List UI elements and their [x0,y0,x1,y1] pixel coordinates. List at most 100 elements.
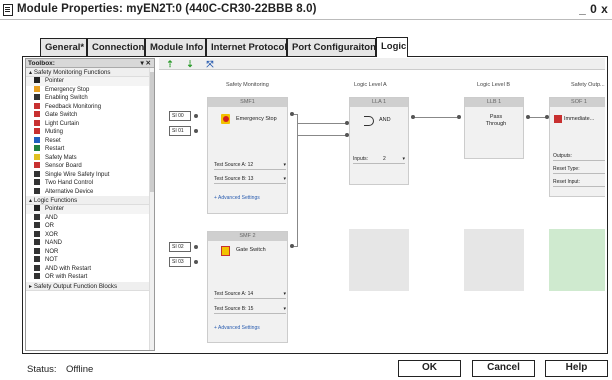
toolbox-item-label: Pointer [45,206,65,212]
lla1-inputs[interactable]: Inputs: 2 ▾ [353,155,405,164]
toolbox-item[interactable]: NOR [26,247,154,257]
smf2-test-source-a[interactable]: Test Source A: 14 ▾ [214,290,286,299]
toolbox-item[interactable]: Light Curtain [26,119,154,129]
toolbox-item[interactable]: AND with Restart [26,264,154,274]
toolbox-item[interactable]: XOR [26,230,154,240]
tab-logic[interactable]: Logic [376,37,408,57]
status-value: Offline [66,364,94,375]
smf2-advanced-settings-link[interactable]: + Advanced Settings [214,325,260,331]
alternative-device-icon [34,187,40,194]
sensor-board-icon [34,162,40,168]
move-down-icon: ⇣ [186,59,194,69]
llb1-header: LLB 1 [465,98,523,107]
smf2-name: Gate Switch [236,247,266,253]
wire [413,117,457,118]
empty-logic-a-slot[interactable] [349,229,409,291]
title-bar: Module Properties: myEN2T:0 (440C-CR30-2… [0,0,612,20]
cancel-button[interactable]: Cancel [472,360,535,377]
lla1-block[interactable]: LLA 1 AND Inputs: 2 ▾ [349,97,409,185]
toolbox-item-label: OR [45,223,54,229]
toolbox-item[interactable]: Alternative Device [26,187,154,197]
toolbox-scrollbar[interactable] [149,68,154,350]
connector-dot[interactable] [194,245,198,249]
xor-gate-icon [34,230,40,237]
logic-canvas[interactable]: Safety Monitoring Logic Level A Logic Le… [159,71,605,343]
connector-dot[interactable] [457,115,461,119]
column-label-logic-level-b: Logic Level B [477,82,511,88]
sof1-reset-type[interactable]: Reset Type: [553,165,605,174]
connector-dot[interactable] [526,115,530,119]
sof1-reset-input[interactable]: Reset Input: [553,178,605,187]
toolbox-item[interactable]: Muting [26,128,154,137]
toolbox-item[interactable]: Feedback Monitoring [26,102,154,112]
toolbox-item-label: NOR [45,248,59,255]
toolbox-item-label: Gate Switch [45,112,78,118]
smf1-advanced-settings-link[interactable]: + Advanced Settings [214,195,260,201]
toolbox-item[interactable]: NOT [26,256,154,265]
smf2-block[interactable]: SMF 2 Gate Switch Test Source A: 14 ▾ Tes… [207,231,288,343]
sof1-name: Immediate... [564,116,595,122]
sof1-outputs[interactable]: Outputs: [553,152,605,161]
toolbox-item-label: Reset [45,137,61,144]
connector-dot[interactable] [194,129,198,133]
input-tag-si02[interactable]: SI 02 [169,242,191,252]
smf1-test-source-b-value: Test Source B: 13 [214,176,254,182]
toolbox-scroll-thumb[interactable] [150,72,154,192]
toolbox-item-label: Enabling Switch [45,95,88,101]
tab-connection[interactable]: Connection [87,38,145,56]
close-button[interactable]: x [599,2,610,16]
connector-dot[interactable] [194,114,198,118]
tab-module-info[interactable]: Module Info [145,38,206,56]
toolbox-group-header[interactable]: ▴ Safety Monitoring Functions [26,68,154,77]
input-tag-si00[interactable]: SI 00 [169,111,191,121]
toolbox-item[interactable]: Gate Switch [26,111,154,120]
column-label-logic-level-a: Logic Level A [354,82,387,88]
toolbox-item[interactable]: NAND [26,239,154,248]
move-up-button[interactable]: ⇡ [165,59,175,69]
toolbox-group-header[interactable]: ▸ Safety Output Function Blocks [26,281,154,291]
llb1-block[interactable]: LLB 1 Pass Through [464,97,524,159]
toolbox-item-label: Emergency Stop [45,86,90,93]
toolbox-item[interactable]: OR with Restart [26,273,154,282]
tab-internet-protocol[interactable]: Internet Protocol [206,38,287,56]
restore-button[interactable]: 0 [588,2,599,16]
toolbox-item[interactable]: Emergency Stop [26,85,154,95]
wire [298,123,346,124]
input-tag-si01[interactable]: SI 01 [169,126,191,136]
toolbox-item[interactable]: Safety Mats [26,153,154,163]
toolbox-item[interactable]: Enabling Switch [26,94,154,103]
fit-view-button[interactable]: ⤧ [205,59,215,69]
empty-safety-output-slot[interactable] [549,229,605,291]
smf2-test-source-b-value: Test Source B: 15 [214,306,254,312]
smf1-test-source-b[interactable]: Test Source B: 13 ▾ [214,175,286,184]
tab-general[interactable]: General* [40,38,87,56]
help-button[interactable]: Help [545,360,608,377]
connector-dot[interactable] [194,260,198,264]
sof1-reset-type-label: Reset Type: [553,166,580,172]
toolbox-group-header[interactable]: ▴ Logic Functions [26,196,154,205]
toolbox-header-buttons[interactable]: ▾ ✕ [140,59,151,68]
sof1-block[interactable]: SOF 1 Immediate... Outputs: Reset Type: … [549,97,605,197]
smf1-block[interactable]: SMF1 Emergency Stop Test Source A: 12 ▾ T… [207,97,288,214]
emergency-stop-icon [221,114,230,124]
toolbox-item[interactable]: Restart [26,145,154,154]
toolbox-item[interactable]: Pointer [26,77,154,86]
window-app-icon [3,4,13,16]
toolbox-item[interactable]: Two Hand Control [26,179,154,188]
toolbox-item[interactable]: Reset [26,136,154,146]
toolbox-item[interactable]: Pointer [26,205,154,214]
smf1-test-source-a[interactable]: Test Source A: 12 ▾ [214,161,286,170]
minimize-button[interactable]: _ [577,2,588,16]
lla1-inputs-value: 2 [383,156,386,162]
tab-port-configuration[interactable]: Port Configuraiton [287,38,376,56]
move-down-button[interactable]: ⇣ [185,59,195,69]
empty-logic-b-slot[interactable] [464,229,524,291]
smf2-test-source-b[interactable]: Test Source B: 15 ▾ [214,305,286,314]
toolbox-item[interactable]: OR [26,222,154,231]
toolbox-item[interactable]: Single Wire Safety Input [26,170,154,180]
ok-button[interactable]: OK [398,360,461,377]
connector-dot[interactable] [411,115,415,119]
toolbox-item[interactable]: Sensor Board [26,162,154,171]
input-tag-si03[interactable]: SI 03 [169,257,191,267]
toolbox-item[interactable]: AND [26,213,154,223]
